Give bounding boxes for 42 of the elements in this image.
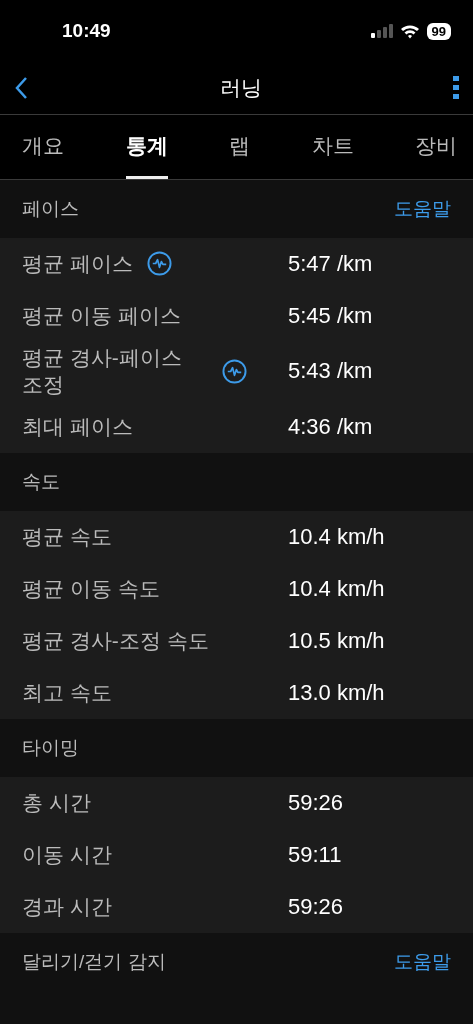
tab[interactable]: 차트 <box>311 115 354 179</box>
wifi-icon <box>399 23 420 39</box>
status-time: 10:49 <box>62 20 111 42</box>
more-icon[interactable] <box>453 76 459 100</box>
tab[interactable]: 장비 <box>415 115 457 179</box>
stat-label: 이동 시간 <box>22 841 112 868</box>
section-title: 페이스 <box>22 197 79 221</box>
page-title: 러닝 <box>219 75 262 101</box>
stat-value: 4:36 /km <box>288 413 374 440</box>
stat-value: 10.4 km/h <box>288 575 386 602</box>
section-title: 달리기/걷기 감지 <box>22 949 166 974</box>
section-title: 타이밍 <box>22 735 79 760</box>
stat-value: 13.0 km/h <box>288 679 386 706</box>
tab[interactable]: 랩 <box>229 115 250 179</box>
stat-label: 총 시간 <box>22 789 91 816</box>
stat-label: 평균 경사-페이스 조정 <box>22 345 183 399</box>
tab[interactable]: 통계 <box>125 115 168 179</box>
stat-value: 5:47 /km <box>288 251 374 277</box>
stat-label: 최고 속도 <box>22 679 112 706</box>
stat-value: 10.5 km/h <box>288 627 386 654</box>
stat-value: 10.4 km/h <box>288 523 386 550</box>
activity-icon[interactable] <box>222 358 247 384</box>
stat-value: 59:26 <box>288 893 345 920</box>
battery-level: 99 <box>426 22 451 40</box>
tab[interactable]: 개요 <box>22 115 64 179</box>
stat-label: 평균 경사-조정 속도 <box>22 627 209 654</box>
stat-label: 평균 페이스 <box>22 251 133 278</box>
activity-icon[interactable] <box>146 251 172 277</box>
stat-value: 5:43 /km <box>288 358 374 385</box>
help-link[interactable]: 도움말 <box>394 948 451 975</box>
back-icon[interactable] <box>14 76 28 100</box>
stat-label: 평균 이동 속도 <box>22 575 160 602</box>
stat-value: 59:26 <box>288 789 345 816</box>
stat-label: 최대 페이스 <box>22 413 133 440</box>
stat-label: 평균 속도 <box>22 523 112 550</box>
stat-label: 경과 시간 <box>22 893 112 920</box>
stat-value: 59:11 <box>288 841 343 868</box>
help-link[interactable]: 도움말 <box>394 196 451 222</box>
section-title: 속도 <box>22 469 60 494</box>
signal-icon <box>370 24 393 38</box>
stat-value: 5:45 /km <box>288 303 374 329</box>
stat-label: 평균 이동 페이스 <box>22 303 181 330</box>
